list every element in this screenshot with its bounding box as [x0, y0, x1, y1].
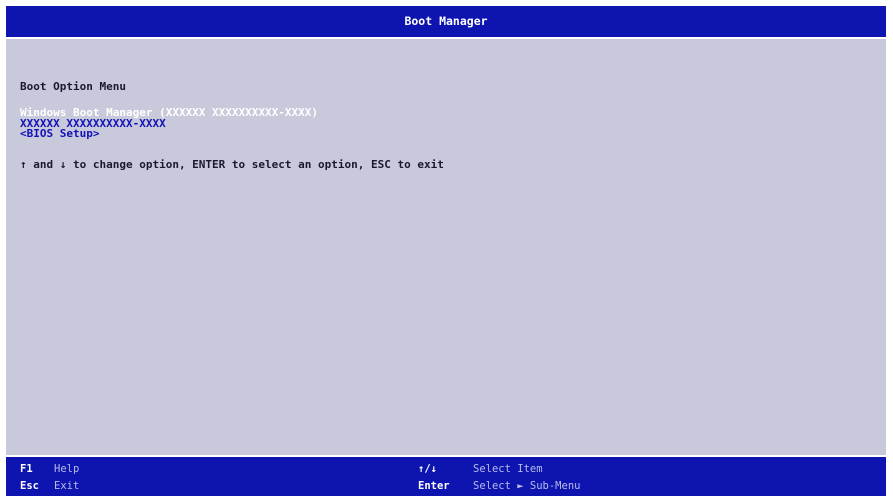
boot-option-device[interactable]: XXXXXX XXXXXXXXXX-XXXX	[20, 118, 860, 130]
select-item-label: Select Item	[473, 463, 543, 475]
exit-label: Exit	[54, 480, 80, 492]
help-label: Help	[54, 463, 80, 475]
title-bar: Boot Manager	[6, 6, 886, 39]
esc-key: Esc	[20, 480, 39, 492]
menu-title: Boot Option Menu	[20, 80, 126, 93]
footer-select-submenu: Enter Select ► Sub-Menu	[418, 479, 580, 493]
page-title: Boot Manager	[404, 14, 488, 28]
arrow-keys: ↑/↓	[418, 463, 437, 475]
boot-option-list: Windows Boot Manager (XXXXXX XXXXXXXXXX-…	[20, 107, 860, 140]
boot-menu: Boot Option Menu Windows Boot Manager (X…	[20, 79, 860, 171]
navigation-hint: ↑ and ↓ to change option, ENTER to selec…	[20, 157, 444, 171]
footer-help[interactable]: F1 Help	[20, 462, 79, 476]
footer-select-item: ↑/↓ Select Item	[418, 462, 543, 476]
f1-key: F1	[20, 463, 33, 475]
select-submenu-label: Select ► Sub-Menu	[473, 480, 581, 492]
boot-option-bios-setup[interactable]: <BIOS Setup>	[20, 128, 860, 140]
bios-screen: Boot Manager Boot Option Menu Windows Bo…	[6, 6, 886, 496]
footer-help-bar: F1 Help Esc Exit ↑/↓ Select Item Enter Selec…	[6, 455, 886, 496]
enter-key: Enter	[418, 480, 450, 492]
footer-exit[interactable]: Esc Exit	[20, 479, 79, 493]
